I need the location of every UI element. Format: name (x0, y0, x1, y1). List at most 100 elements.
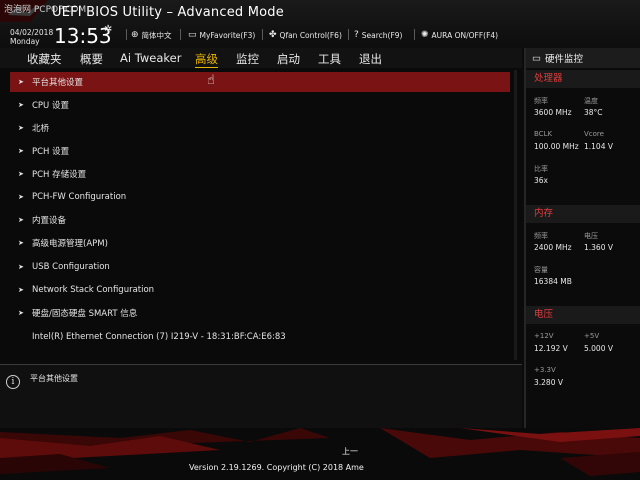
tab-monitor[interactable]: 监控 (236, 51, 259, 67)
mem-cap-value: 16384 MB (534, 277, 572, 286)
cpu-freq-value: 3600 MHz (534, 108, 572, 117)
favorite-icon: ▭ (188, 30, 197, 40)
tab-tool[interactable]: 工具 (318, 51, 341, 67)
tab-advanced[interactable]: 高级 (195, 51, 218, 68)
menu-item-label: PCH-FW Configuration (32, 192, 127, 202)
menu-item-label: 硬盘/固态硬盘 SMART 信息 (32, 309, 138, 319)
globe-icon: ⊕ (131, 30, 139, 40)
clock-time[interactable]: 13:53 (54, 24, 112, 48)
menu-item-northbridge[interactable]: ➤ 北桥 (10, 118, 510, 138)
hardware-monitor-title: 硬件监控 (544, 54, 583, 65)
myfavorite-button[interactable]: ▭ MyFavorite(F3) (188, 29, 255, 41)
mem-volt-label: 电压 (584, 232, 598, 240)
cpu-ratio-value: 36x (534, 176, 548, 185)
v12-label: +12V (534, 332, 554, 340)
help-text: 平台其他设置 (30, 374, 78, 383)
menu-item-label: 内置设备 (32, 216, 67, 226)
cpu-ratio-label: 比率 (534, 165, 548, 173)
fan-icon: ✤ (269, 30, 277, 40)
language-button[interactable]: ⊕ 简体中文 (131, 29, 172, 41)
cpu-temp-label: 温度 (584, 97, 598, 105)
v12-value: 12.192 V (534, 344, 568, 353)
menu-item-label: Network Stack Configuration (32, 285, 155, 295)
cpu-freq-label: 频率 (534, 97, 548, 105)
chevron-right-icon: ➤ (18, 216, 24, 224)
menu-item-apm[interactable]: ➤ 高级电源管理(APM) (10, 233, 510, 253)
chevron-right-icon: ➤ (18, 170, 24, 178)
aura-label: AURA ON/OFF(F4) (431, 30, 499, 40)
chevron-right-icon: ➤ (18, 78, 24, 86)
section-memory: 内存 (526, 205, 640, 223)
menu-item-label: PCH 设置 (32, 147, 70, 157)
weekday-text: Monday (10, 37, 40, 46)
tab-ai-tweaker[interactable]: Ai Tweaker (120, 51, 181, 65)
myfavorite-label: MyFavorite(F3) (199, 30, 256, 40)
tab-exit[interactable]: 退出 (359, 51, 382, 67)
hardware-monitor-panel: ▭ 硬件监控 处理器 频率 温度 3600 MHz 38°C BCLK Vcor… (524, 48, 640, 428)
search-label: Search(F9) (361, 30, 403, 40)
menu-item-smart-info[interactable]: ➤ 硬盘/固态硬盘 SMART 信息 (10, 303, 510, 323)
menu-item-usb[interactable]: ➤ USB Configuration (10, 257, 510, 277)
chevron-right-icon: ➤ (18, 286, 24, 294)
header-divider (348, 29, 349, 40)
mem-volt-value: 1.360 V (584, 243, 613, 252)
menu-item-onboard-devices[interactable]: ➤ 内置设备 (10, 210, 510, 230)
help-info-bar: i 平台其他设置 (0, 364, 522, 428)
cpu-vcore-label: Vcore (584, 130, 604, 138)
v33-label: +3.3V (534, 366, 556, 374)
cpu-vcore-value: 1.104 V (584, 142, 613, 151)
page-title: UEFI BIOS Utility – Advanced Mode (52, 5, 284, 20)
cpu-bclk-label: BCLK (534, 130, 553, 138)
menu-item-label: 北桥 (32, 124, 50, 134)
date-text: 04/02/2018 (10, 28, 54, 37)
chevron-right-icon: ➤ (18, 193, 24, 201)
menu-item-cpu[interactable]: ➤ CPU 设置 (10, 95, 510, 115)
header-divider (180, 29, 181, 40)
tab-favorites[interactable]: 收藏夹 (27, 51, 62, 67)
qfan-label: Qfan Control(F6) (279, 30, 342, 40)
mem-cap-label: 容量 (534, 266, 548, 274)
chevron-right-icon: ➤ (18, 239, 24, 247)
chevron-right-icon: ➤ (18, 124, 24, 132)
header-divider (414, 29, 415, 40)
chevron-right-icon: ➤ (18, 101, 24, 109)
footer-decoration (0, 428, 640, 476)
menu-item-pch-fw[interactable]: ➤ PCH-FW Configuration (10, 187, 510, 207)
tab-overview[interactable]: 概要 (80, 51, 103, 67)
menu-item-label: CPU 设置 (32, 101, 69, 111)
language-label: 简体中文 (141, 30, 172, 40)
search-icon: ? (354, 30, 359, 40)
menu-item-platform-misc[interactable]: ➤ 平台其他设置 (10, 72, 510, 92)
chevron-right-icon: ➤ (18, 263, 24, 271)
menu-item-pch-storage[interactable]: ➤ PCH 存储设置 (10, 164, 510, 184)
qfan-control-button[interactable]: ✤ Qfan Control(F6) (269, 29, 342, 41)
aura-lighting-icon: ✺ (421, 30, 429, 40)
menu-item-network-stack[interactable]: ➤ Network Stack Configuration (10, 280, 510, 300)
search-button[interactable]: ? Search(F9) (354, 29, 403, 41)
hand-pointer-icon: ☝ (207, 73, 215, 88)
menu-item-pch[interactable]: ➤ PCH 设置 (10, 141, 510, 161)
monitor-screen-icon: ▭ (532, 52, 541, 64)
tab-boot[interactable]: 启动 (277, 51, 300, 67)
version-text: Version 2.19.1269. Copyright (C) 2018 Am… (189, 463, 364, 472)
menu-item-label: 高级电源管理(APM) (32, 239, 108, 249)
cpu-temp-value: 38°C (584, 108, 603, 117)
menu-item-label: PCH 存储设置 (32, 170, 87, 180)
menu-item-label: USB Configuration (32, 262, 110, 272)
hardware-monitor-header: ▭ 硬件监控 (526, 48, 640, 68)
scrollbar[interactable] (514, 70, 517, 360)
clock-settings-gear-icon[interactable]: ✲ (104, 24, 112, 35)
last-modified-button[interactable]: 上一 (342, 446, 358, 457)
section-cpu: 处理器 (526, 70, 640, 88)
main-nav-tabs: 收藏夹 概要 Ai Tweaker 高级 监控 启动 工具 退出 (0, 48, 522, 68)
info-icon: i (6, 375, 20, 389)
mem-freq-value: 2400 MHz (534, 243, 572, 252)
v5-value: 5.000 V (584, 344, 613, 353)
ethernet-info-text: Intel(R) Ethernet Connection (7) I219-V … (32, 332, 286, 342)
v33-value: 3.280 V (534, 378, 563, 387)
aura-toggle-button[interactable]: ✺ AURA ON/OFF(F4) (421, 29, 498, 41)
footer-bar: 上一 Version 2.19.1269. Copyright (C) 2018… (0, 428, 640, 480)
header-bar: 泡泡网 PCPOP.COM UEFI BIOS Utility – Advanc… (0, 0, 640, 48)
header-divider (126, 29, 127, 40)
chevron-right-icon: ➤ (18, 309, 24, 317)
